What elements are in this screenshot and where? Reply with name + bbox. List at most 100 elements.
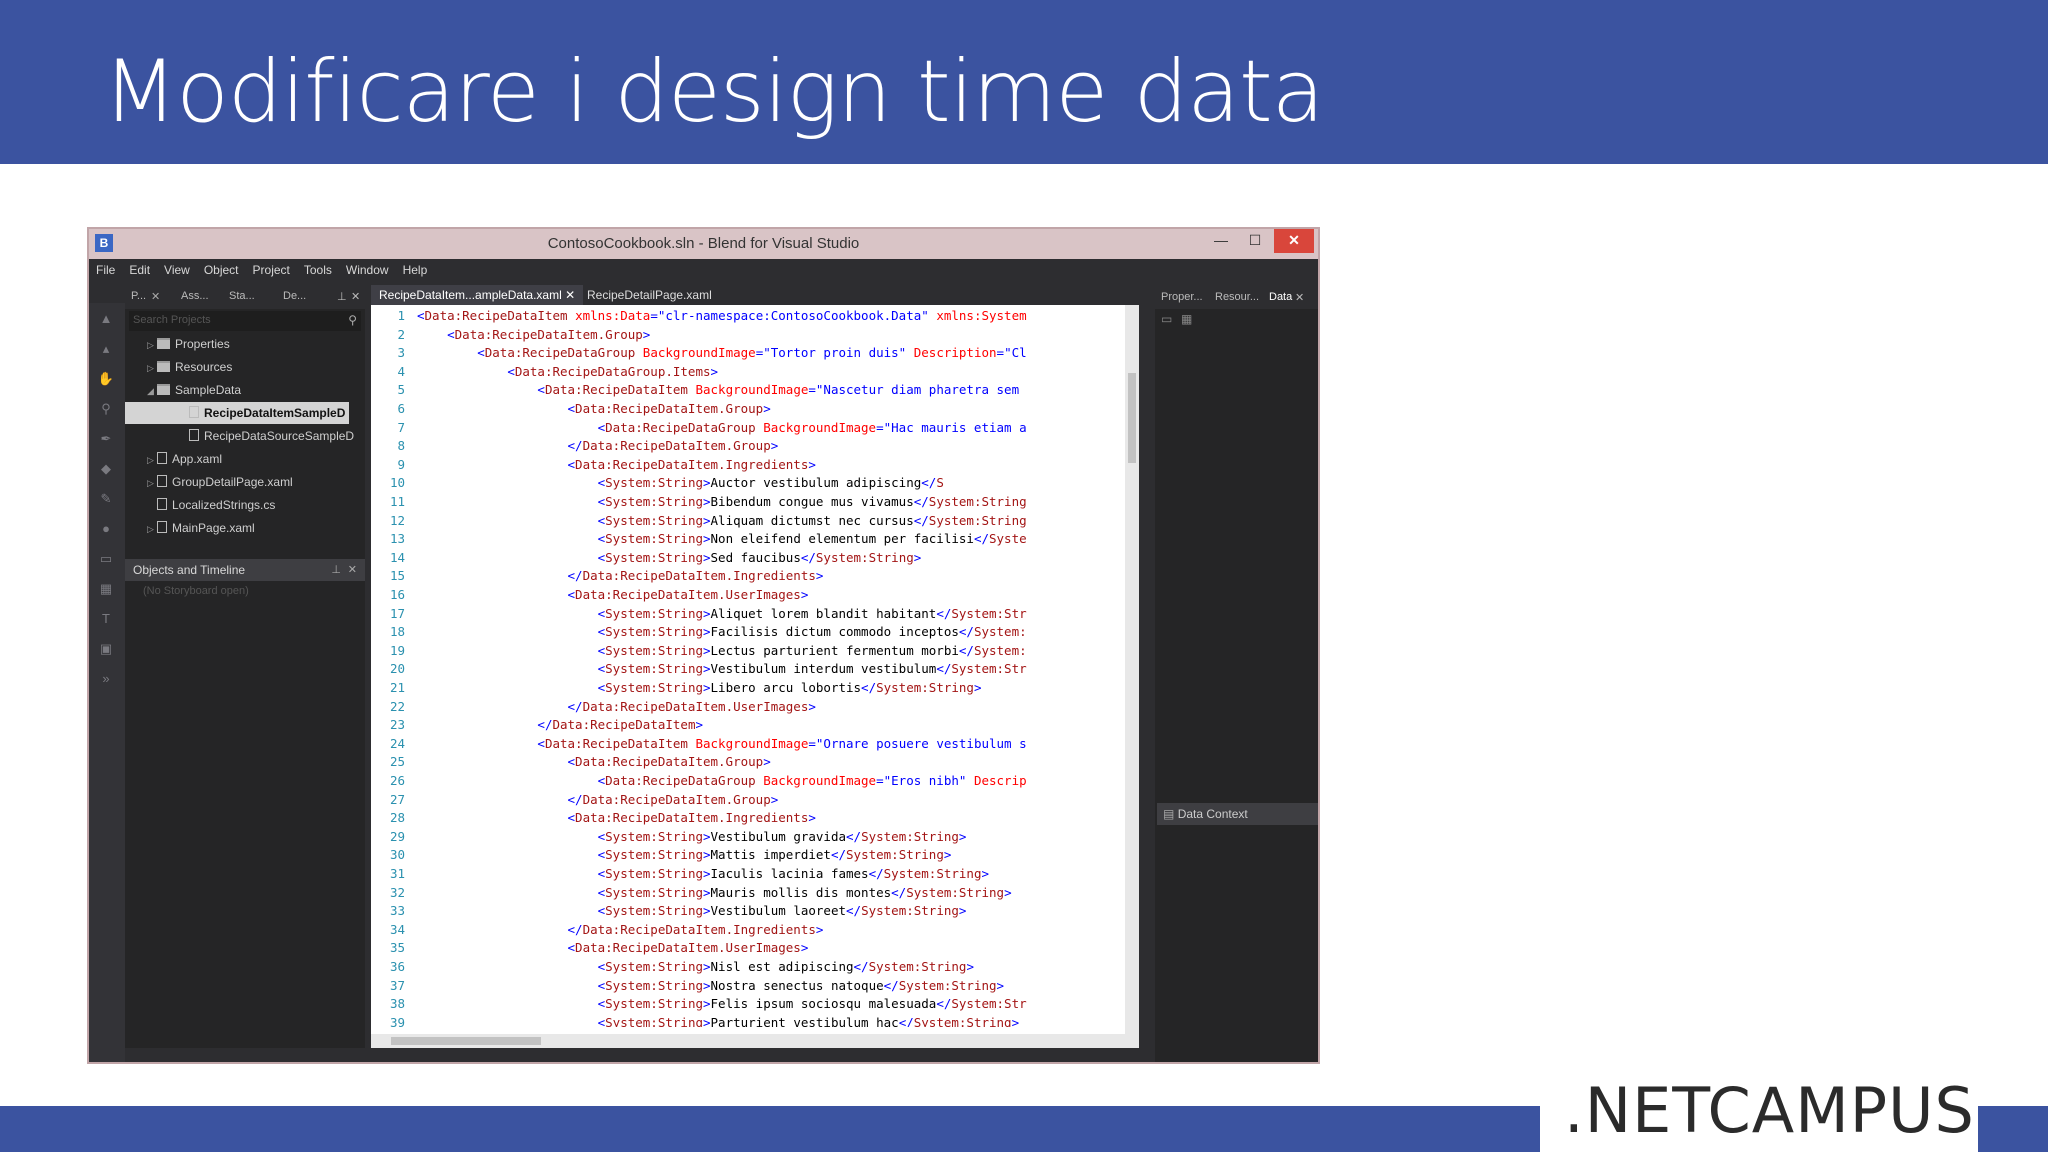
expand-arrow-icon[interactable]: ▷ — [147, 518, 157, 540]
storyboard-row[interactable]: (No Storyboard open) — [125, 581, 365, 603]
search-icon[interactable]: ⚲ — [348, 313, 357, 327]
expand-arrow-icon[interactable]: ▷ — [147, 449, 157, 471]
close-tab-icon[interactable]: ✕ — [151, 290, 160, 303]
expand-arrow-icon[interactable]: ▷ — [147, 472, 157, 494]
tab-device[interactable]: De... — [283, 290, 306, 302]
code-line[interactable]: <System:String>Nisl est adipiscing</Syst… — [417, 958, 1137, 977]
code-line[interactable]: <System:String>Libero arcu lobortis</Sys… — [417, 679, 1137, 698]
code-line[interactable]: <Data:RecipeDataItem.Group> — [417, 400, 1137, 419]
collapse-arrow-icon[interactable]: ◢ — [147, 380, 157, 402]
menu-object[interactable]: Object — [197, 259, 246, 277]
code-line[interactable]: <System:String>Vestibulum laoreet</Syste… — [417, 902, 1137, 921]
code-line[interactable]: <Data:RecipeDataItem xmlns:Data="clr-nam… — [417, 307, 1137, 326]
code-line[interactable]: <System:String>Vestibulum interdum vesti… — [417, 660, 1137, 679]
code-line[interactable]: </Data:RecipeDataItem.Group> — [417, 437, 1137, 456]
pan-tool-icon[interactable]: ✋ — [97, 371, 115, 386]
tab-projects[interactable]: P... — [131, 290, 146, 302]
code-line[interactable]: </Data:RecipeDataItem.Ingredients> — [417, 921, 1137, 940]
menu-edit[interactable]: Edit — [122, 259, 157, 277]
close-tab-icon[interactable]: ✕ — [1295, 291, 1304, 304]
tab-states[interactable]: Sta... — [229, 290, 255, 302]
menu-help[interactable]: Help — [396, 259, 435, 277]
tree-item-groupdetailpage[interactable]: ▷ GroupDetailPage.xaml — [147, 471, 293, 493]
tab-sampledata-xaml[interactable]: RecipeDataItem...ampleData.xaml ✕ — [371, 285, 584, 305]
tree-item-localizedstrings[interactable]: LocalizedStrings.cs — [157, 494, 275, 516]
menu-tools[interactable]: Tools — [297, 259, 339, 277]
textbox-tool-icon[interactable]: ▣ — [97, 641, 115, 656]
code-line[interactable]: <Data:RecipeDataGroup BackgroundImage="H… — [417, 419, 1137, 438]
tree-item-app-xaml[interactable]: ▷ App.xaml — [147, 448, 222, 470]
menu-file[interactable]: File — [89, 259, 122, 277]
vertical-scrollbar[interactable] — [1125, 305, 1139, 1034]
tab-recipedetailpage[interactable]: RecipeDetailPage.xaml — [579, 285, 720, 305]
vertical-scroll-thumb[interactable] — [1128, 373, 1136, 463]
rectangle-tool-icon[interactable]: ▭ — [97, 551, 115, 566]
code-line[interactable]: <Data:RecipeDataItem.Ingredients> — [417, 456, 1137, 475]
code-line[interactable]: <System:String>Nostra senectus natoque</… — [417, 977, 1137, 996]
tree-item-resources[interactable]: ▷ Resources — [147, 356, 232, 378]
code-area[interactable]: 1 2 3 4 5 6 7 8 9 10 11 12 13 14 15 16 17 18 19 20 21 22 23 24 2… — [371, 305, 1137, 1027]
code-line[interactable]: <System:String>Lectus parturient ferment… — [417, 642, 1137, 661]
data-context-header[interactable]: ▤ Data Context — [1157, 803, 1318, 825]
text-tool-icon[interactable]: T — [97, 611, 115, 626]
close-panel-icon[interactable]: ✕ — [348, 563, 357, 576]
code-line[interactable]: <Data:RecipeDataItem.Group> — [417, 326, 1137, 345]
eyedropper-icon[interactable]: ✎ — [97, 491, 115, 506]
code-line[interactable]: <Data:RecipeDataItem BackgroundImage="Na… — [417, 381, 1137, 400]
code-line[interactable]: <System:String>Facilisis dictum commodo … — [417, 623, 1137, 642]
selection-tool-icon[interactable]: ▲ — [97, 311, 115, 326]
search-projects-input[interactable]: Search Projects ⚲ — [129, 311, 361, 331]
paint-bucket-icon[interactable]: ◆ — [97, 461, 115, 476]
code-line[interactable]: </Data:RecipeDataItem.Ingredients> — [417, 567, 1137, 586]
code-line[interactable]: <System:String>Mattis imperdiet</System:… — [417, 846, 1137, 865]
close-panel-icon[interactable]: ✕ — [351, 290, 360, 303]
close-button[interactable]: ✕ — [1274, 229, 1314, 253]
code-line[interactable]: <Data:RecipeDataGroup.Items> — [417, 363, 1137, 382]
code-line[interactable]: <Data:RecipeDataItem.UserImages> — [417, 939, 1137, 958]
more-tools-icon[interactable]: » — [97, 671, 115, 686]
code-line[interactable]: </Data:RecipeDataItem.UserImages> — [417, 698, 1137, 717]
list-mode-icon[interactable]: ▭ — [1161, 312, 1172, 326]
code-line[interactable]: </Data:RecipeDataItem> — [417, 716, 1137, 735]
expand-arrow-icon[interactable]: ▷ — [147, 357, 157, 379]
objects-timeline-header[interactable]: Objects and Timeline ⊥ ✕ — [125, 559, 365, 581]
tab-resources[interactable]: Resour... — [1215, 291, 1259, 303]
tree-item-recipedatasource[interactable]: RecipeDataSourceSampleD — [189, 425, 354, 447]
tree-item-mainpage[interactable]: ▷ MainPage.xaml — [147, 517, 255, 539]
tab-properties[interactable]: Proper... — [1161, 291, 1203, 303]
minimize-button[interactable]: — — [1204, 229, 1238, 253]
code-line[interactable]: <System:String>Vestibulum gravida</Syste… — [417, 828, 1137, 847]
code-line[interactable]: <Data:RecipeDataGroup BackgroundImage="E… — [417, 772, 1137, 791]
window-titlebar[interactable]: B ContosoCookbook.sln - Blend for Visual… — [89, 229, 1318, 259]
code-line[interactable]: <System:String>Parturient vestibulum hac… — [417, 1014, 1137, 1027]
code-line[interactable]: </Data:RecipeDataItem.Group> — [417, 791, 1137, 810]
code-line[interactable]: <System:String>Felis ipsum sociosqu male… — [417, 995, 1137, 1014]
code-line[interactable]: <System:String>Mauris mollis dis montes<… — [417, 884, 1137, 903]
pin-icon[interactable]: ⊥ — [337, 290, 347, 303]
code-line[interactable]: <System:String>Auctor vestibulum adipisc… — [417, 474, 1137, 493]
menu-window[interactable]: Window — [339, 259, 396, 277]
code-line[interactable]: <Data:RecipeDataItem.UserImages> — [417, 586, 1137, 605]
tree-item-recipedataitem[interactable]: RecipeDataItemSampleD — [125, 402, 349, 424]
code-line[interactable]: <System:String>Iaculis lacinia fames</Sy… — [417, 865, 1137, 884]
direct-select-tool-icon[interactable]: ▴ — [97, 341, 115, 356]
pen-tool-icon[interactable]: ✒ — [97, 431, 115, 446]
tab-data[interactable]: Data — [1269, 291, 1292, 303]
tree-item-properties[interactable]: ▷ Properties — [147, 333, 230, 355]
menu-view[interactable]: View — [157, 259, 197, 277]
brush-tool-icon[interactable]: ● — [97, 521, 115, 536]
tab-assets[interactable]: Ass... — [181, 290, 209, 302]
code-line[interactable]: <Data:RecipeDataGroup BackgroundImage="T… — [417, 344, 1137, 363]
zoom-tool-icon[interactable]: ⚲ — [97, 401, 115, 416]
expand-arrow-icon[interactable]: ▷ — [147, 334, 157, 356]
pin-icon[interactable]: ⊥ — [331, 563, 341, 576]
menu-project[interactable]: Project — [246, 259, 297, 277]
horizontal-scrollbar[interactable] — [371, 1034, 1139, 1048]
close-tab-icon[interactable]: ✕ — [565, 288, 575, 302]
tree-item-sampledata[interactable]: ◢ SampleData — [147, 379, 241, 401]
maximize-button[interactable]: ☐ — [1238, 229, 1272, 253]
code-line[interactable]: <Data:RecipeDataItem BackgroundImage="Or… — [417, 735, 1137, 754]
details-mode-icon[interactable]: ▦ — [1181, 312, 1192, 326]
code-line[interactable]: <Data:RecipeDataItem.Ingredients> — [417, 809, 1137, 828]
code-line[interactable]: <System:String>Aliquet lorem blandit hab… — [417, 605, 1137, 624]
